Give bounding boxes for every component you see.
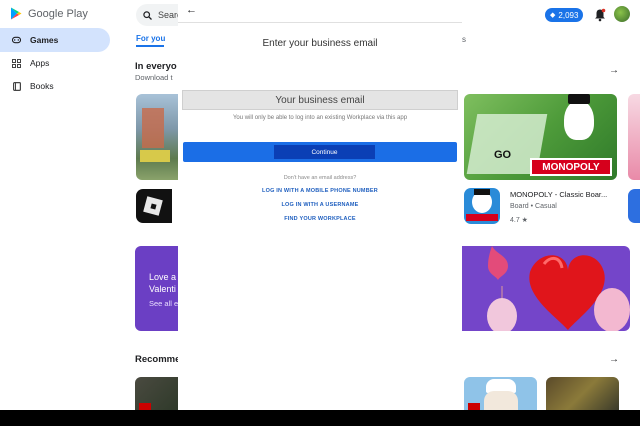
recommended-tile-left[interactable] xyxy=(135,377,178,410)
diamond-icon: ◆ xyxy=(550,12,556,19)
email-placeholder: Your business email xyxy=(275,94,365,106)
find-workplace-link[interactable]: FIND YOUR WORKPLACE xyxy=(178,216,462,222)
recommended-tile-chef[interactable] xyxy=(464,377,537,410)
monopoly-feature-tile[interactable]: GO MONOPOLY xyxy=(464,94,617,180)
sidebar-item-books[interactable]: Books xyxy=(0,74,110,98)
continue-button-label: Continue xyxy=(274,145,375,159)
section-title-everyone: In everyo xyxy=(135,61,177,72)
recommended-tile-right[interactable] xyxy=(546,377,619,410)
points-value: 2,093 xyxy=(558,10,579,20)
apps-grid-icon xyxy=(12,58,21,68)
sidebar-item-apps[interactable]: Apps xyxy=(0,51,110,75)
email-helper-text: You will only be able to log into an exi… xyxy=(232,115,408,121)
banner-line2: Valenti xyxy=(149,284,176,294)
app-icon-right-partial[interactable] xyxy=(628,189,640,223)
divider xyxy=(178,22,462,23)
valentine-banner-image[interactable] xyxy=(462,246,630,331)
heart-balloons-illustration xyxy=(487,246,630,331)
system-bottom-bar xyxy=(0,410,640,426)
gamepad-icon xyxy=(12,36,21,45)
roblox-app-icon[interactable] xyxy=(136,189,172,223)
arrow-right-icon[interactable]: → xyxy=(609,354,619,365)
game-tile-right-partial[interactable] xyxy=(628,94,640,180)
monopoly-logo-text: MONOPOLY xyxy=(542,161,600,173)
sidebar-item-label: Apps xyxy=(30,58,50,68)
book-icon xyxy=(12,81,21,91)
brand-name: Google Play xyxy=(28,7,88,20)
monopoly-app-icon[interactable] xyxy=(464,188,500,224)
banner-line1: Love a xyxy=(149,272,177,282)
login-phone-link[interactable]: LOG IN WITH A MOBILE PHONE NUMBER xyxy=(178,188,462,194)
google-play-logo[interactable]: Google Play xyxy=(10,7,88,20)
dialog-title: Enter your business email xyxy=(262,38,378,49)
sidebar-item-label: Books xyxy=(30,81,54,91)
no-email-text: Don't have an email address? xyxy=(283,175,357,181)
monopoly-app-rating: 4.7 ★ xyxy=(510,217,528,224)
tab-for-you[interactable]: For you xyxy=(136,34,165,43)
play-points-badge[interactable]: ◆ 2,093 xyxy=(545,8,584,22)
business-email-dialog: ← Enter your business email Your busines… xyxy=(178,0,462,410)
search-icon xyxy=(143,10,152,20)
game-tile-left[interactable] xyxy=(136,94,178,180)
section-subtitle-everyone: Download t xyxy=(135,73,173,82)
arrow-right-icon[interactable]: → xyxy=(609,65,619,76)
sidebar-item-games[interactable]: Games xyxy=(0,28,110,52)
monopoly-app-meta: Board • Casual xyxy=(510,203,557,210)
avatar[interactable] xyxy=(614,6,630,22)
back-arrow-icon[interactable]: ← xyxy=(186,4,197,16)
continue-button[interactable]: Continue xyxy=(183,142,457,162)
banner-see-all-link[interactable]: See all e xyxy=(149,299,178,308)
sidebar-item-label: Games xyxy=(30,35,59,45)
sidebar: Google Play Games Apps Books xyxy=(0,0,118,410)
business-email-input[interactable]: Your business email xyxy=(182,90,458,110)
monopoly-app-name[interactable]: MONOPOLY - Classic Boar... xyxy=(510,190,607,199)
play-triangle-icon xyxy=(11,7,22,20)
valentine-banner-left[interactable]: Love a Valenti See all e xyxy=(135,246,178,331)
bell-icon[interactable] xyxy=(594,8,606,22)
section-title-recommended: Recomme xyxy=(135,354,181,365)
login-username-link[interactable]: LOG IN WITH A USERNAME xyxy=(178,202,462,208)
tab-partial[interactable]: s xyxy=(462,35,466,44)
active-tab-indicator xyxy=(136,45,164,47)
go-text: GO xyxy=(494,149,512,161)
